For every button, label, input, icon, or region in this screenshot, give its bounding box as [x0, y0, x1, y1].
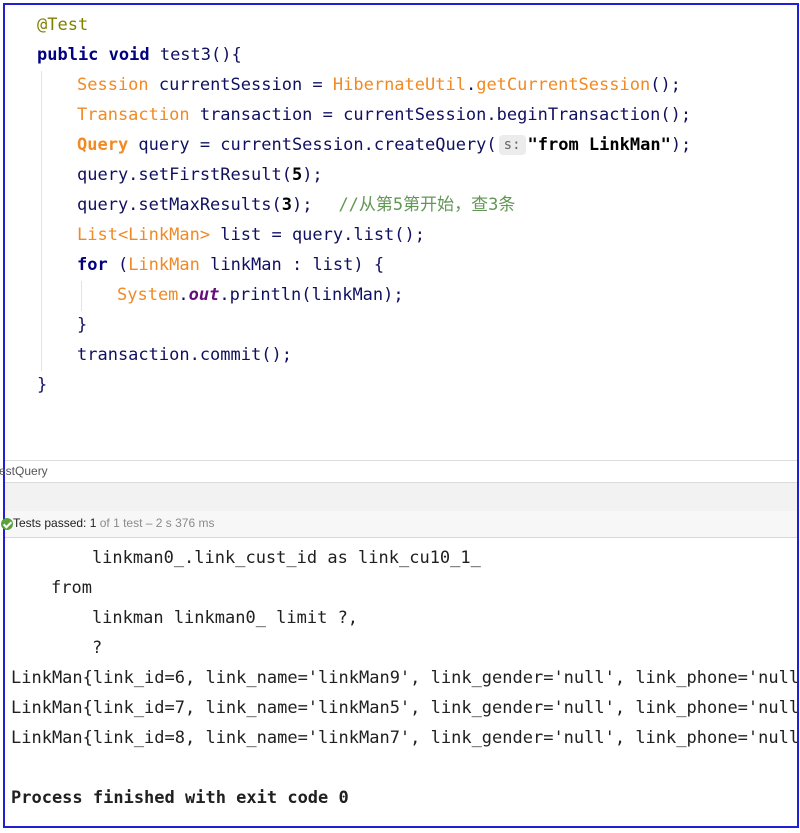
process-exit-line: Process finished with exit code 0 — [11, 788, 349, 808]
console-line: linkman linkman0_ limit ?, — [51, 608, 359, 628]
type: LinkMan — [128, 255, 200, 275]
code-text: (); — [650, 75, 681, 95]
code-text: transaction = currentSession.beginTransa… — [189, 105, 692, 125]
number-literal: 3 — [281, 195, 292, 215]
console-line: linkman0_.link_cust_id as link_cu10_1_ — [51, 548, 481, 568]
console-output[interactable]: linkman0_.link_cust_id as link_cu10_1_ f… — [5, 538, 797, 828]
code-text: } — [77, 315, 88, 335]
code-text: query = currentSession.createQuery( — [128, 135, 497, 155]
code-text: ); — [302, 165, 323, 185]
code-text: list = query.list(); — [210, 225, 425, 245]
type: System — [117, 285, 179, 305]
code-comment: //从第5第开始，查3条 — [338, 195, 516, 215]
parameter-hint: s: — [498, 135, 526, 155]
static-field: out — [188, 285, 220, 305]
code-editor[interactable]: @Test public void test3(){ Session curre… — [5, 5, 797, 455]
type: List<LinkMan> — [77, 225, 211, 245]
console-line: from — [51, 578, 92, 598]
console-line: ? — [51, 638, 103, 658]
code-text: } — [37, 375, 48, 395]
code-line-8: List<LinkMan> list = query.list(); — [77, 220, 425, 250]
number-literal: 5 — [291, 165, 303, 185]
method-name: test3 — [159, 45, 212, 65]
type: Transaction — [77, 105, 190, 125]
divider — [5, 460, 797, 461]
code-line-4: Transaction transaction = currentSession… — [77, 100, 691, 130]
code-text: linkMan : list) { — [199, 255, 385, 275]
run-tab-testquery[interactable]: estQuery — [0, 464, 48, 478]
check-circle-icon — [1, 518, 13, 530]
type: Session — [77, 75, 149, 95]
code-line-2: public void test3(){ — [37, 40, 242, 70]
code-text: ); — [670, 135, 692, 155]
indent-guide — [41, 71, 42, 371]
code-text: query.setFirstResult( — [77, 165, 292, 185]
console-line: LinkMan{link_id=6, link_name='linkMan9',… — [11, 668, 797, 688]
console-line: LinkMan{link_id=7, link_name='linkMan5',… — [11, 698, 797, 718]
code-line-7: query.setMaxResults(3); //从第5第开始，查3条 — [77, 190, 515, 220]
code-text: . — [465, 75, 477, 95]
type: Query — [77, 135, 129, 155]
code-line-10: System.out.println(linkMan); — [117, 280, 404, 310]
code-text: transaction.commit(); — [77, 345, 292, 365]
keyword: public void — [37, 45, 160, 65]
keyword: for — [77, 255, 108, 275]
code-line-1: @Test — [37, 10, 88, 40]
code-text: query.setMaxResults( — [77, 195, 282, 215]
code-line-3: Session currentSession = HibernateUtil.g… — [77, 70, 681, 100]
code-line-6: query.setFirstResult(5); — [77, 160, 323, 190]
test-status-bar: Tests passed: 1 of 1 test – 2 s 376 ms — [1, 511, 797, 538]
code-text: .println(linkMan); — [219, 285, 404, 305]
run-toolbar — [5, 483, 797, 511]
type: HibernateUtil — [332, 75, 466, 95]
punct: (){ — [211, 45, 242, 65]
string-literal: "from LinkMan" — [527, 135, 671, 155]
method-call: getCurrentSession — [476, 75, 651, 95]
code-line-5: Query query = currentSession.createQuery… — [77, 130, 691, 160]
test-status-text: Tests passed: 1 of 1 test – 2 s 376 ms — [13, 516, 214, 530]
code-text: currentSession = — [148, 75, 333, 95]
console-line: LinkMan{link_id=8, link_name='linkMan7',… — [11, 728, 797, 748]
code-line-9: for (LinkMan linkMan : list) { — [77, 250, 384, 280]
ide-window: @Test public void test3(){ Session curre… — [0, 3, 799, 828]
code-line-12: transaction.commit(); — [77, 340, 292, 370]
code-line-13: } — [37, 370, 47, 400]
indent-guide — [81, 281, 82, 311]
code-text: . — [178, 285, 189, 305]
annotation: @Test — [37, 15, 89, 35]
status-label: Tests passed: — [13, 516, 90, 530]
status-detail: of 1 test – 2 s 376 ms — [96, 516, 215, 530]
code-text: ( — [107, 255, 129, 275]
code-line-11: } — [77, 310, 87, 340]
code-text: ); — [291, 195, 313, 215]
